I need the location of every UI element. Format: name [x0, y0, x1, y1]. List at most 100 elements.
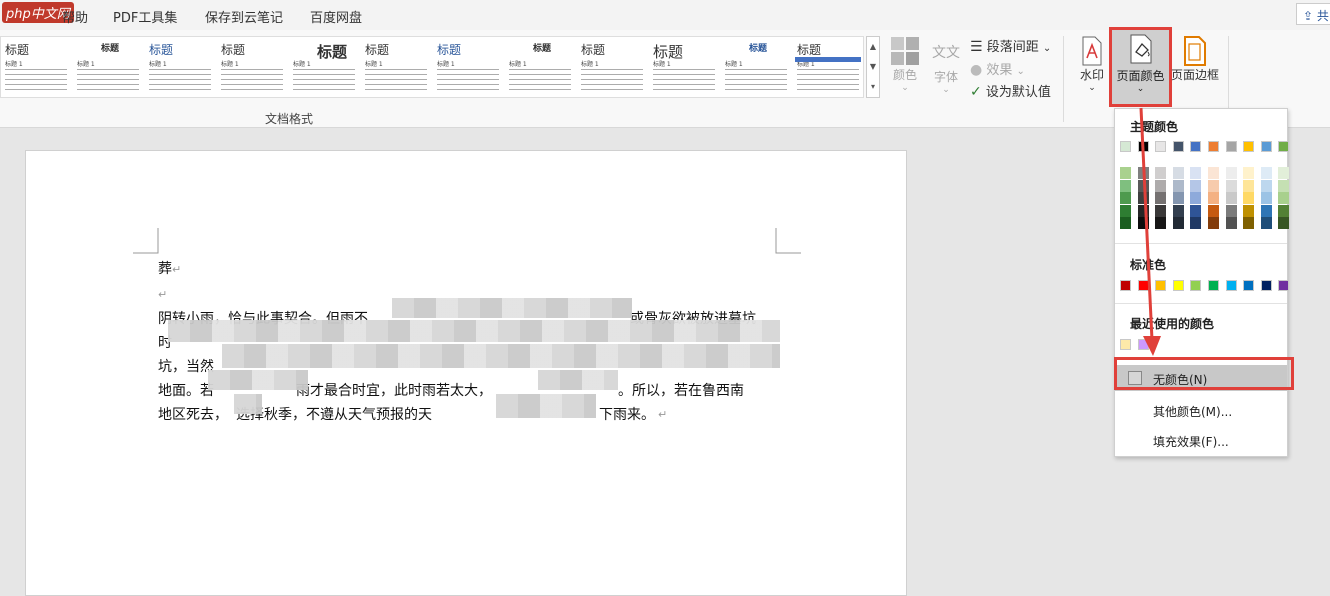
theme-shade-swatch[interactable]	[1208, 179, 1219, 192]
theme-shade-swatch[interactable]	[1120, 179, 1131, 192]
theme-shade-swatch[interactable]	[1278, 217, 1290, 229]
colors-button[interactable]: 颜色 ⌄	[888, 36, 922, 93]
theme-shade-swatch[interactable]	[1155, 179, 1167, 192]
theme-shade-swatch[interactable]	[1225, 179, 1237, 192]
style-set-item[interactable]: 标题 标题 1	[73, 39, 143, 97]
theme-shade-swatch[interactable]	[1120, 217, 1131, 229]
theme-shade-swatch[interactable]	[1208, 204, 1219, 217]
theme-shade-swatch[interactable]	[1208, 167, 1219, 179]
theme-shade-swatch[interactable]	[1155, 204, 1167, 217]
theme-shade-swatch[interactable]	[1260, 179, 1272, 192]
theme-color-swatch[interactable]	[1172, 141, 1184, 152]
tab-save-cloud-note[interactable]: 保存到云笔记	[205, 7, 283, 26]
share-button[interactable]: ⇪ 共	[1296, 3, 1330, 25]
theme-shade-swatch[interactable]	[1225, 204, 1237, 217]
standard-color-swatch[interactable]	[1120, 280, 1131, 291]
theme-color-swatch[interactable]	[1208, 141, 1219, 152]
style-set-item[interactable]: 标题 标题 1	[793, 39, 863, 97]
standard-color-swatch[interactable]	[1172, 280, 1184, 291]
style-set-item[interactable]: 标题 标题 1	[1, 39, 71, 97]
theme-shade-swatch[interactable]	[1137, 167, 1149, 179]
theme-shade-swatch[interactable]	[1278, 179, 1290, 192]
standard-color-swatch[interactable]	[1137, 280, 1149, 291]
effects-button[interactable]: ● 效果 ⌄	[970, 59, 1025, 78]
theme-shade-swatch[interactable]	[1190, 204, 1202, 217]
style-set-item[interactable]: 标题 标题 1	[217, 39, 287, 97]
theme-shade-swatch[interactable]	[1137, 179, 1149, 192]
standard-color-swatch[interactable]	[1278, 280, 1290, 291]
theme-shade-swatch[interactable]	[1120, 167, 1131, 179]
theme-shade-swatch[interactable]	[1278, 192, 1290, 204]
style-set-item[interactable]: 标题 标题 1	[721, 39, 791, 97]
set-default-button[interactable]: ✓ 设为默认值	[970, 81, 1051, 100]
theme-shade-swatch[interactable]	[1208, 192, 1219, 204]
theme-shade-swatch[interactable]	[1225, 217, 1237, 229]
standard-color-swatch[interactable]	[1190, 280, 1202, 291]
style-set-item[interactable]: 标题 标题 1	[577, 39, 647, 97]
standard-color-swatch[interactable]	[1225, 280, 1237, 291]
theme-shade-swatch[interactable]	[1137, 217, 1149, 229]
fill-effects-menu-item[interactable]: 填充效果(F)...	[1153, 433, 1229, 450]
gallery-up-icon[interactable]: ▲	[867, 37, 879, 57]
theme-shade-swatch[interactable]	[1137, 204, 1149, 217]
paragraph-spacing-button[interactable]: ☰ 段落间距 ⌄	[970, 36, 1051, 55]
theme-shade-swatch[interactable]	[1137, 192, 1149, 204]
theme-shade-swatch[interactable]	[1172, 192, 1184, 204]
theme-shade-swatch[interactable]	[1120, 204, 1131, 217]
theme-color-swatch[interactable]	[1137, 141, 1149, 152]
theme-shade-swatch[interactable]	[1208, 217, 1219, 229]
theme-shade-swatch[interactable]	[1190, 217, 1202, 229]
theme-shade-swatch[interactable]	[1243, 167, 1255, 179]
theme-shade-swatch[interactable]	[1190, 179, 1202, 192]
theme-color-swatch[interactable]	[1225, 141, 1237, 152]
style-set-item[interactable]: 标题 标题 1	[649, 39, 719, 97]
theme-color-swatch[interactable]	[1243, 141, 1255, 152]
theme-shade-swatch[interactable]	[1172, 167, 1184, 179]
page-border-button[interactable]: 页面边框	[1170, 36, 1220, 83]
recent-color-swatch[interactable]	[1137, 339, 1149, 350]
theme-shade-swatch[interactable]	[1243, 179, 1255, 192]
theme-shade-swatch[interactable]	[1225, 167, 1237, 179]
standard-color-swatch[interactable]	[1208, 280, 1219, 291]
theme-shade-swatch[interactable]	[1155, 217, 1167, 229]
theme-shade-swatch[interactable]	[1155, 167, 1167, 179]
theme-shade-swatch[interactable]	[1243, 217, 1255, 229]
standard-color-swatch[interactable]	[1243, 280, 1255, 291]
theme-shade-swatch[interactable]	[1172, 204, 1184, 217]
theme-shade-swatch[interactable]	[1120, 192, 1131, 204]
theme-color-swatch[interactable]	[1120, 141, 1131, 152]
theme-shade-swatch[interactable]	[1278, 167, 1290, 179]
watermark-button[interactable]: 水印 ⌄	[1077, 36, 1107, 93]
recent-color-swatch[interactable]	[1120, 339, 1131, 350]
gallery-scroll[interactable]: ▲ ▼ ▾	[866, 36, 880, 98]
theme-shade-swatch[interactable]	[1172, 217, 1184, 229]
style-set-item[interactable]: 标题 标题 1	[145, 39, 215, 97]
theme-color-swatch[interactable]	[1260, 141, 1272, 152]
page-color-button[interactable]: 页面颜色 ⌄	[1109, 27, 1172, 107]
theme-shade-swatch[interactable]	[1243, 192, 1255, 204]
standard-color-swatch[interactable]	[1260, 280, 1272, 291]
theme-shade-swatch[interactable]	[1172, 179, 1184, 192]
theme-shade-swatch[interactable]	[1190, 192, 1202, 204]
theme-color-swatch[interactable]	[1190, 141, 1202, 152]
gallery-more-icon[interactable]: ▾	[867, 77, 879, 97]
theme-color-swatch[interactable]	[1155, 141, 1167, 152]
style-set-item[interactable]: 标题 标题 1	[361, 39, 431, 97]
style-set-item[interactable]: 标题 标题 1	[433, 39, 503, 97]
theme-shade-swatch[interactable]	[1243, 204, 1255, 217]
theme-color-swatch[interactable]	[1278, 141, 1290, 152]
theme-shade-swatch[interactable]	[1260, 204, 1272, 217]
tab-pdf-tools[interactable]: PDF工具集	[113, 7, 177, 26]
standard-color-swatch[interactable]	[1155, 280, 1167, 291]
theme-shade-swatch[interactable]	[1260, 167, 1272, 179]
theme-shade-swatch[interactable]	[1260, 217, 1272, 229]
theme-shade-swatch[interactable]	[1190, 167, 1202, 179]
theme-shade-swatch[interactable]	[1225, 192, 1237, 204]
style-set-item[interactable]: 标题 标题 1	[505, 39, 575, 97]
theme-shade-swatch[interactable]	[1155, 192, 1167, 204]
theme-shade-swatch[interactable]	[1278, 204, 1290, 217]
style-set-item[interactable]: 标题 标题 1	[289, 39, 359, 97]
more-colors-menu-item[interactable]: 其他颜色(M)...	[1153, 403, 1232, 420]
tab-help[interactable]: 帮助	[62, 7, 88, 26]
theme-shade-swatch[interactable]	[1260, 192, 1272, 204]
